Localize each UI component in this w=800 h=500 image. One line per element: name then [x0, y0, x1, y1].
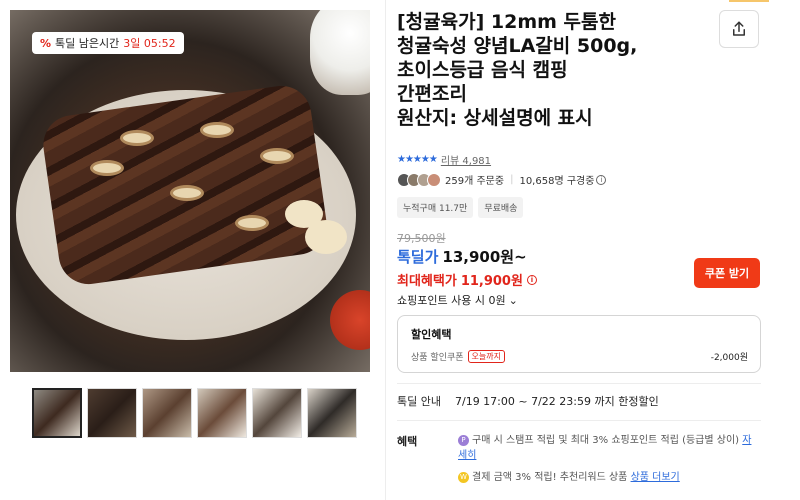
separator: |	[510, 174, 514, 185]
deal-notice-label: 톡딜 안내	[397, 395, 441, 408]
coupon-label: 상품 할인쿠폰	[411, 353, 464, 363]
divider	[397, 383, 761, 384]
share-accent-line	[729, 0, 769, 2]
product-info: [청귤육가] 12mm 두툼한 청귤숙성 양념LA갈비 500g, 초이스등급 …	[397, 10, 767, 130]
chevron-down-icon: ⌄	[508, 293, 518, 307]
shopping-point-selector[interactable]: 쇼핑포인트 사용 시 0원 ⌄	[397, 292, 518, 308]
more-products-link[interactable]: 상품 더보기	[631, 472, 680, 483]
orders-count: 259개 주문중	[445, 176, 505, 187]
avatar	[427, 172, 441, 187]
viewers-count: 10,658명 구경중	[519, 176, 595, 187]
tag-free-shipping: 무료배송	[478, 197, 524, 218]
kimchi-graphic	[330, 290, 370, 350]
point-coin-icon: P	[458, 434, 469, 446]
deal-notice-row: 톡딜 안내 7/19 17:00 ~ 7/22 23:59 까지 한정할인	[397, 393, 659, 409]
benefit-item-reward: W 결제 금액 3% 적립! 추천리워드 상품 상품 더보기	[458, 468, 680, 483]
bone-graphic	[200, 122, 234, 138]
today-only-badge: 오늘까지	[467, 350, 505, 363]
tag-cumulative-purchase: 누적구매 11.7만	[397, 197, 474, 218]
garlic-graphic	[305, 220, 347, 254]
discount-box-title: 할인혜택	[411, 328, 452, 341]
info-icon[interactable]: i	[526, 274, 537, 285]
tag-list: 누적구매 11.7만 무료배송	[397, 197, 524, 218]
bone-graphic	[170, 185, 204, 201]
bone-graphic	[90, 160, 124, 176]
thumbnail-strip	[32, 388, 357, 438]
info-icon[interactable]: i	[596, 174, 607, 185]
timer-label: 톡딜 남은시간	[55, 37, 120, 50]
discount-coupon-item: 상품 할인쿠폰 오늘까지	[411, 350, 505, 363]
star-rating-icon: ★★★★★	[397, 154, 438, 165]
deal-notice-text: 7/19 17:00 ~ 7/22 23:59 까지 한정할인	[454, 395, 659, 408]
thumbnail-3[interactable]	[142, 388, 192, 438]
deal-price: 13,900원~	[442, 248, 527, 266]
discount-benefit-box: 할인혜택 상품 할인쿠폰 오늘까지 -2,000원	[397, 315, 761, 373]
product-title: [청귤육가] 12mm 두툼한 청귤숙성 양념LA갈비 500g, 초이스등급 …	[397, 11, 638, 129]
reward-coin-icon: W	[458, 471, 469, 483]
max-benefit-price: 11,900원	[460, 274, 523, 289]
benefit-label: 혜택	[397, 435, 418, 448]
divider	[397, 420, 761, 421]
deal-label: 톡딜가	[397, 248, 439, 266]
rating-row: ★★★★★ 리뷰 4,981	[397, 152, 491, 167]
max-benefit-row: 최대혜택가 11,900원 i	[397, 270, 537, 289]
column-divider	[385, 0, 386, 500]
rice-bowl-graphic	[310, 10, 370, 95]
timer-value: 3일 05:52	[123, 37, 176, 50]
bone-graphic	[120, 130, 154, 146]
thumbnail-4[interactable]	[197, 388, 247, 438]
avatar-group	[397, 172, 441, 187]
original-price: 79,500원	[397, 232, 446, 245]
thumbnail-5[interactable]	[252, 388, 302, 438]
share-button[interactable]	[719, 10, 759, 48]
discount-percent-icon: %	[40, 36, 52, 50]
deal-timer-badge: % 톡딜 남은시간 3일 05:52	[32, 32, 184, 54]
benefit-item-reward-text: 결제 금액 3% 적립! 추천리워드 상품	[472, 472, 628, 483]
shopping-point-label: 쇼핑포인트 사용 시 0원	[397, 294, 506, 307]
share-icon	[733, 21, 745, 36]
deal-price-row: 톡딜가 13,900원~	[397, 246, 527, 267]
benefit-item-stamp: P 구매 시 스탬프 적립 및 최대 3% 쇼핑포인트 적립 (등급별 상이) 자…	[458, 433, 758, 463]
review-count-link[interactable]: 리뷰 4,981	[441, 152, 491, 167]
get-coupon-button[interactable]: 쿠폰 받기	[694, 258, 760, 288]
social-proof-row: 259개 주문중 | 10,658명 구경중 i	[397, 172, 607, 187]
bone-graphic	[235, 215, 269, 231]
thumbnail-1[interactable]	[32, 388, 82, 438]
product-main-image[interactable]: % 톡딜 남은시간 3일 05:52	[10, 10, 370, 372]
thumbnail-2[interactable]	[87, 388, 137, 438]
max-benefit-label: 최대혜택가	[397, 274, 457, 289]
bone-graphic	[260, 148, 294, 164]
thumbnail-6[interactable]	[307, 388, 357, 438]
benefit-item-stamp-text: 구매 시 스탬프 적립 및 최대 3% 쇼핑포인트 적립 (등급별 상이)	[472, 435, 740, 446]
coupon-amount: -2,000원	[710, 353, 748, 363]
